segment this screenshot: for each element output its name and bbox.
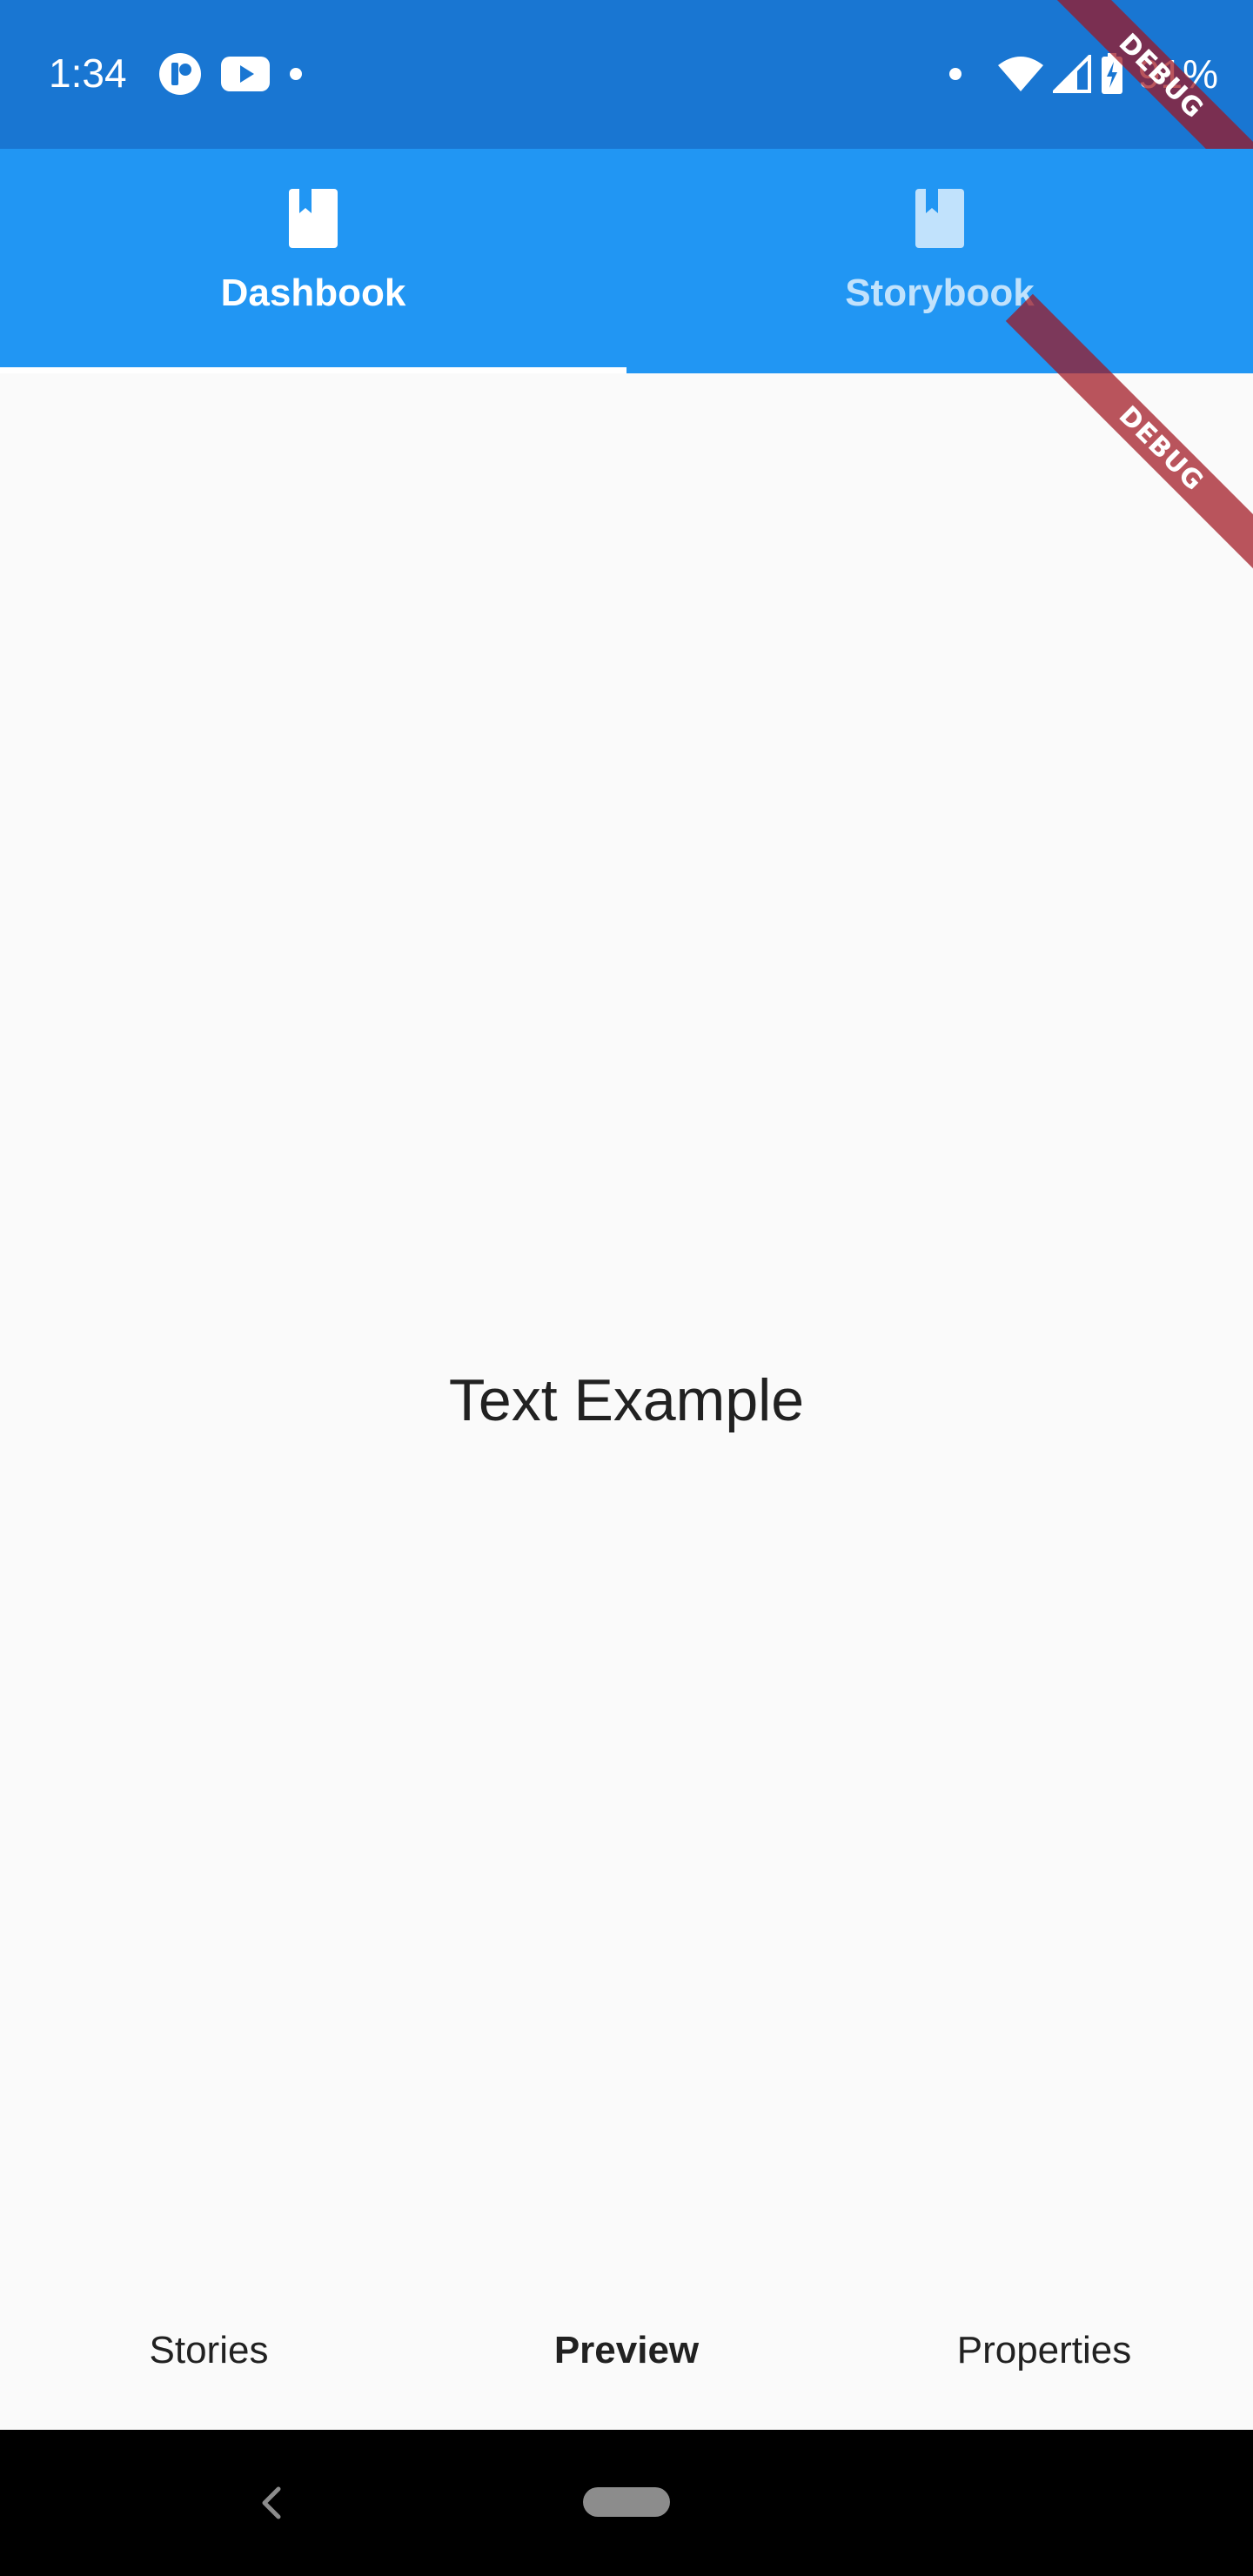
app-notification-icon xyxy=(159,53,201,95)
wifi-icon xyxy=(997,57,1043,91)
dot-icon xyxy=(948,68,962,80)
tab-stories[interactable]: Stories xyxy=(0,2271,418,2430)
top-tab-bar: Dashbook Storybook xyxy=(0,149,1253,373)
tab-label: Dashbook xyxy=(220,272,406,314)
status-notification-icons xyxy=(158,52,303,96)
battery-charging-icon xyxy=(1101,53,1122,94)
bottom-tab-bar: Stories Preview Properties xyxy=(0,2271,1253,2430)
youtube-icon xyxy=(221,57,270,91)
tab-indicator xyxy=(0,367,626,373)
status-bar: 1:34 91% DEBUG xyxy=(0,0,1253,232)
book-icon xyxy=(915,189,964,248)
system-navigation-bar xyxy=(0,2430,1253,2576)
status-time: 1:34 xyxy=(49,50,127,96)
cell-signal-icon xyxy=(1052,55,1091,93)
tab-label: Storybook xyxy=(845,272,1035,314)
home-pill[interactable] xyxy=(583,2487,670,2517)
back-icon[interactable] xyxy=(254,2484,289,2522)
tab-storybook[interactable]: Storybook xyxy=(626,149,1253,373)
tab-dashbook[interactable]: Dashbook xyxy=(0,149,626,373)
example-text: Text Example xyxy=(448,1367,805,1433)
preview-content: Text Example xyxy=(0,373,1253,2271)
tab-properties[interactable]: Properties xyxy=(835,2271,1253,2430)
book-icon xyxy=(289,189,338,248)
dot-icon xyxy=(290,68,302,80)
app-screen: 1:34 91% DEBUG Dashbook Storybook Text E… xyxy=(0,0,1253,2576)
battery-percentage: 91% xyxy=(1137,51,1218,97)
tab-preview[interactable]: Preview xyxy=(418,2271,835,2430)
status-system-icons: 91% xyxy=(948,50,1218,97)
